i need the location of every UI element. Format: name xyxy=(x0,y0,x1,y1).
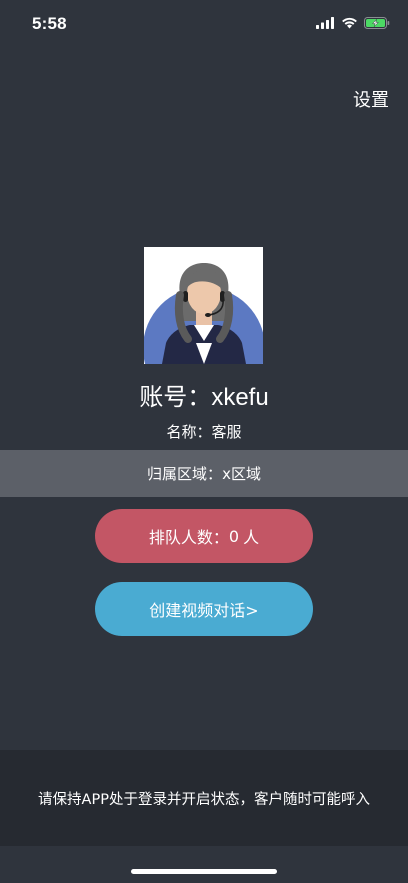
notice-text: 请保持APP处于登录并开启状态，客户随时可能呼入 xyxy=(38,791,370,808)
status-time: 5:58 xyxy=(32,14,67,33)
queue-count-button[interactable]: 排队人数： 0 人 xyxy=(95,509,313,563)
name-line: 名称：客服 xyxy=(0,421,408,442)
account-value: xkefu xyxy=(211,384,269,411)
signal-icon xyxy=(316,17,334,29)
create-video-chat-button[interactable]: 创建视频对话> xyxy=(95,582,313,636)
notice-band: 请保持APP处于登录并开启状态，客户随时可能呼入 xyxy=(0,750,408,846)
region-band: 归属区域： x区域 xyxy=(0,450,408,497)
customer-service-agent-icon xyxy=(144,263,263,364)
battery-charging-icon xyxy=(364,17,390,29)
queue-unit: 人 xyxy=(243,528,260,547)
queue-label: 排队人数： xyxy=(148,528,229,547)
home-indicator[interactable] xyxy=(131,869,277,874)
region-value: x区域 xyxy=(222,465,261,483)
name-value: 客服 xyxy=(211,423,242,441)
avatar xyxy=(144,247,263,364)
queue-count: 0 xyxy=(228,526,240,546)
settings-button[interactable]: 设置 xyxy=(353,86,389,112)
status-icons xyxy=(316,17,390,29)
create-video-label: 创建视频对话> xyxy=(149,601,259,620)
wifi-icon xyxy=(342,17,357,29)
account-line: 账号：xkefu xyxy=(0,377,408,412)
name-label: 名称： xyxy=(166,423,212,441)
account-label: 账号： xyxy=(139,384,212,411)
region-label: 归属区域： xyxy=(147,465,223,483)
status-bar: 5:58 xyxy=(0,0,408,50)
